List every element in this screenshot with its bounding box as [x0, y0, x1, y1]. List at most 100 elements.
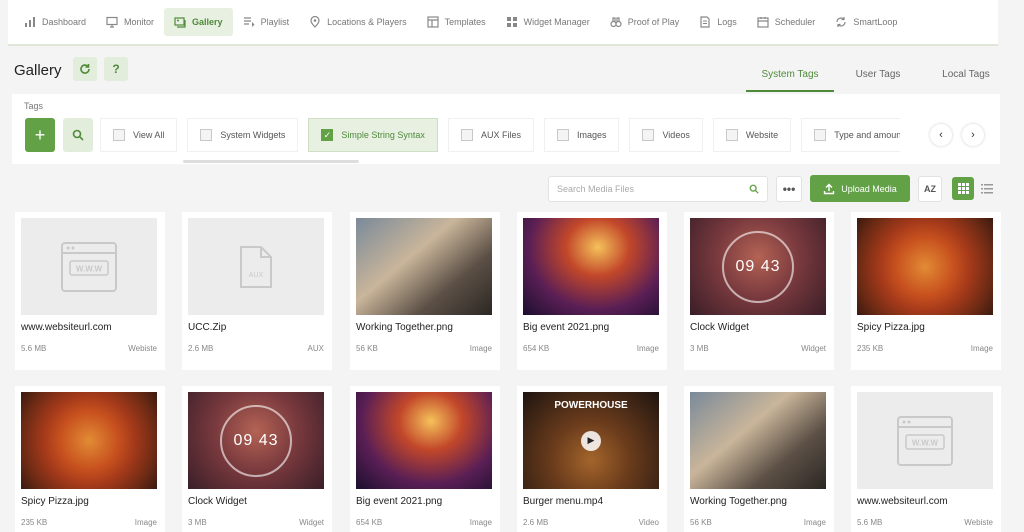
media-name: Burger menu.mp4: [523, 496, 604, 507]
nav-item-playlist[interactable]: Playlist: [233, 8, 300, 36]
sort-az-button[interactable]: AZ: [918, 176, 942, 202]
media-size: 3 MB: [690, 344, 709, 353]
media-type: Image: [636, 344, 659, 353]
media-type: Image: [970, 344, 993, 353]
media-card[interactable]: Spicy Pizza.jpg 235 KB Image: [15, 386, 165, 532]
tag-search-button[interactable]: [63, 118, 93, 152]
media-type: Image: [803, 518, 826, 527]
media-name: Clock Widget: [188, 496, 247, 507]
nav-item-label: Templates: [444, 17, 486, 27]
tag-chip-aux-files[interactable]: AUX Files: [447, 118, 534, 152]
nav-item-logs[interactable]: Logs: [689, 8, 747, 36]
tag-chip-type-and-amount[interactable]: Type and amount: [801, 118, 900, 152]
top-navigation: Dashboard Monitor Gallery Playlist Locations…: [8, 0, 998, 46]
tag-checkbox[interactable]: [460, 129, 473, 141]
media-card[interactable]: POWERHOUSE ▶ Burger menu.mp4 2.6 MB Video: [517, 386, 667, 532]
nav-item-monitor[interactable]: Monitor: [96, 8, 164, 36]
tab-user-tags[interactable]: User Tags: [834, 58, 922, 92]
grid-icon: [957, 183, 969, 194]
tags-scrollbar[interactable]: [183, 160, 359, 163]
upload-media-button[interactable]: Upload Media: [810, 175, 910, 202]
media-name: Working Together.png: [356, 322, 453, 333]
image-thumbnail: [356, 392, 492, 489]
browser-www-icon: W.W.W: [897, 415, 953, 466]
media-card[interactable]: W.W.W www.websiteurl.com 5.6 MB Webiste: [851, 386, 1001, 532]
media-type: Widget: [801, 344, 826, 353]
refresh-icon: [80, 64, 90, 74]
media-type: Image: [469, 518, 492, 527]
media-size: 235 KB: [21, 518, 48, 527]
nav-item-scheduler[interactable]: Scheduler: [747, 8, 826, 36]
tag-chip-label: View All: [133, 130, 165, 140]
tag-checkbox[interactable]: [200, 129, 213, 141]
media-name: UCC.Zip: [188, 322, 227, 333]
media-card[interactable]: Big event 2021.png 654 KB Image: [517, 212, 667, 370]
tags-panel: Tags + View All System Widgets ✓ Simple Str…: [12, 94, 1000, 164]
tag-checkbox[interactable]: [725, 129, 738, 141]
tab-system-tags[interactable]: System Tags: [746, 58, 834, 92]
media-type: AUX: [307, 344, 324, 353]
logs-icon: [700, 16, 710, 28]
media-name: Working Together.png: [690, 496, 787, 507]
tags-next-button[interactable]: ›: [962, 124, 984, 146]
grid-view-button[interactable]: [952, 177, 974, 200]
tag-checkbox[interactable]: [556, 129, 569, 141]
media-type: Widget: [299, 518, 324, 527]
nav-item-gallery[interactable]: Gallery: [164, 8, 233, 36]
tag-checkbox[interactable]: [113, 129, 125, 141]
refresh-button[interactable]: [73, 57, 97, 81]
tag-tabs: System Tags User Tags Local Tags: [746, 58, 1010, 92]
tag-chip-simple-string-syntax[interactable]: ✓ Simple String Syntax: [308, 118, 438, 152]
tag-checkbox[interactable]: [814, 129, 827, 141]
media-size: 2.6 MB: [188, 344, 214, 353]
media-card[interactable]: 09 43 Clock Widget 3 MB Widget: [684, 212, 834, 370]
help-button[interactable]: ?: [104, 57, 128, 81]
tag-chip-row: View All System Widgets ✓ Simple String Syn…: [100, 118, 900, 152]
tag-chip-system-widgets[interactable]: System Widgets: [187, 118, 299, 152]
nav-item-templates[interactable]: Templates: [417, 8, 496, 36]
media-name: Clock Widget: [690, 322, 749, 333]
media-card[interactable]: Working Together.png 56 KB Image: [350, 212, 500, 370]
media-card[interactable]: W.W.W www.websiteurl.com 5.6 MB Webiste: [15, 212, 165, 370]
tags-prev-button[interactable]: ‹: [930, 124, 952, 146]
media-card[interactable]: Big event 2021.png 654 KB Image: [350, 386, 500, 532]
nav-item-smartloop[interactable]: SmartLoop: [825, 8, 907, 36]
tag-chip-images[interactable]: Images: [543, 118, 620, 152]
tag-chip-videos[interactable]: Videos: [629, 118, 703, 152]
media-name: Spicy Pizza.jpg: [857, 322, 925, 333]
media-size: 2.6 MB: [523, 518, 549, 527]
nav-item-widget-manager[interactable]: Widget Manager: [496, 8, 600, 36]
media-search-input[interactable]: [557, 184, 749, 194]
monitor-icon: [106, 16, 118, 28]
media-name: Big event 2021.png: [523, 322, 610, 333]
tag-chip-view-all[interactable]: View All: [100, 118, 178, 152]
search-icon: [749, 184, 759, 194]
media-card[interactable]: 09 43 Clock Widget 3 MB Widget: [182, 386, 332, 532]
media-card[interactable]: Spicy Pizza.jpg 235 KB Image: [851, 212, 1001, 370]
location-pin-icon: [310, 16, 320, 28]
tag-chip-website[interactable]: Website: [712, 118, 792, 152]
nav-item-proof-of-play[interactable]: Proof of Play: [600, 8, 690, 36]
page-title: Gallery: [14, 62, 62, 79]
calendar-icon: [757, 17, 769, 28]
list-view-button[interactable]: [978, 177, 996, 200]
image-thumbnail: [21, 392, 157, 489]
search-icon: [72, 129, 84, 141]
nav-item-dashboard[interactable]: Dashboard: [14, 8, 96, 36]
media-card[interactable]: Working Together.png 56 KB Image: [684, 386, 834, 532]
tag-checkbox[interactable]: ✓: [321, 129, 334, 141]
media-search-box[interactable]: [548, 176, 768, 202]
more-options-button[interactable]: •••: [776, 176, 802, 202]
media-size: 3 MB: [188, 518, 207, 527]
add-tag-button[interactable]: +: [25, 118, 55, 152]
playlist-icon: [243, 17, 255, 27]
media-card[interactable]: AUX UCC.Zip 2.6 MB AUX: [182, 212, 332, 370]
play-icon[interactable]: ▶: [581, 430, 601, 451]
website-thumbnail: W.W.W: [21, 218, 157, 315]
tag-checkbox[interactable]: [642, 129, 655, 141]
tab-local-tags[interactable]: Local Tags: [922, 58, 1010, 92]
media-type: Webiste: [128, 344, 157, 353]
nav-item-locations-players[interactable]: Locations & Players: [299, 8, 417, 36]
image-thumbnail: [356, 218, 492, 315]
media-size: 56 KB: [690, 518, 712, 527]
